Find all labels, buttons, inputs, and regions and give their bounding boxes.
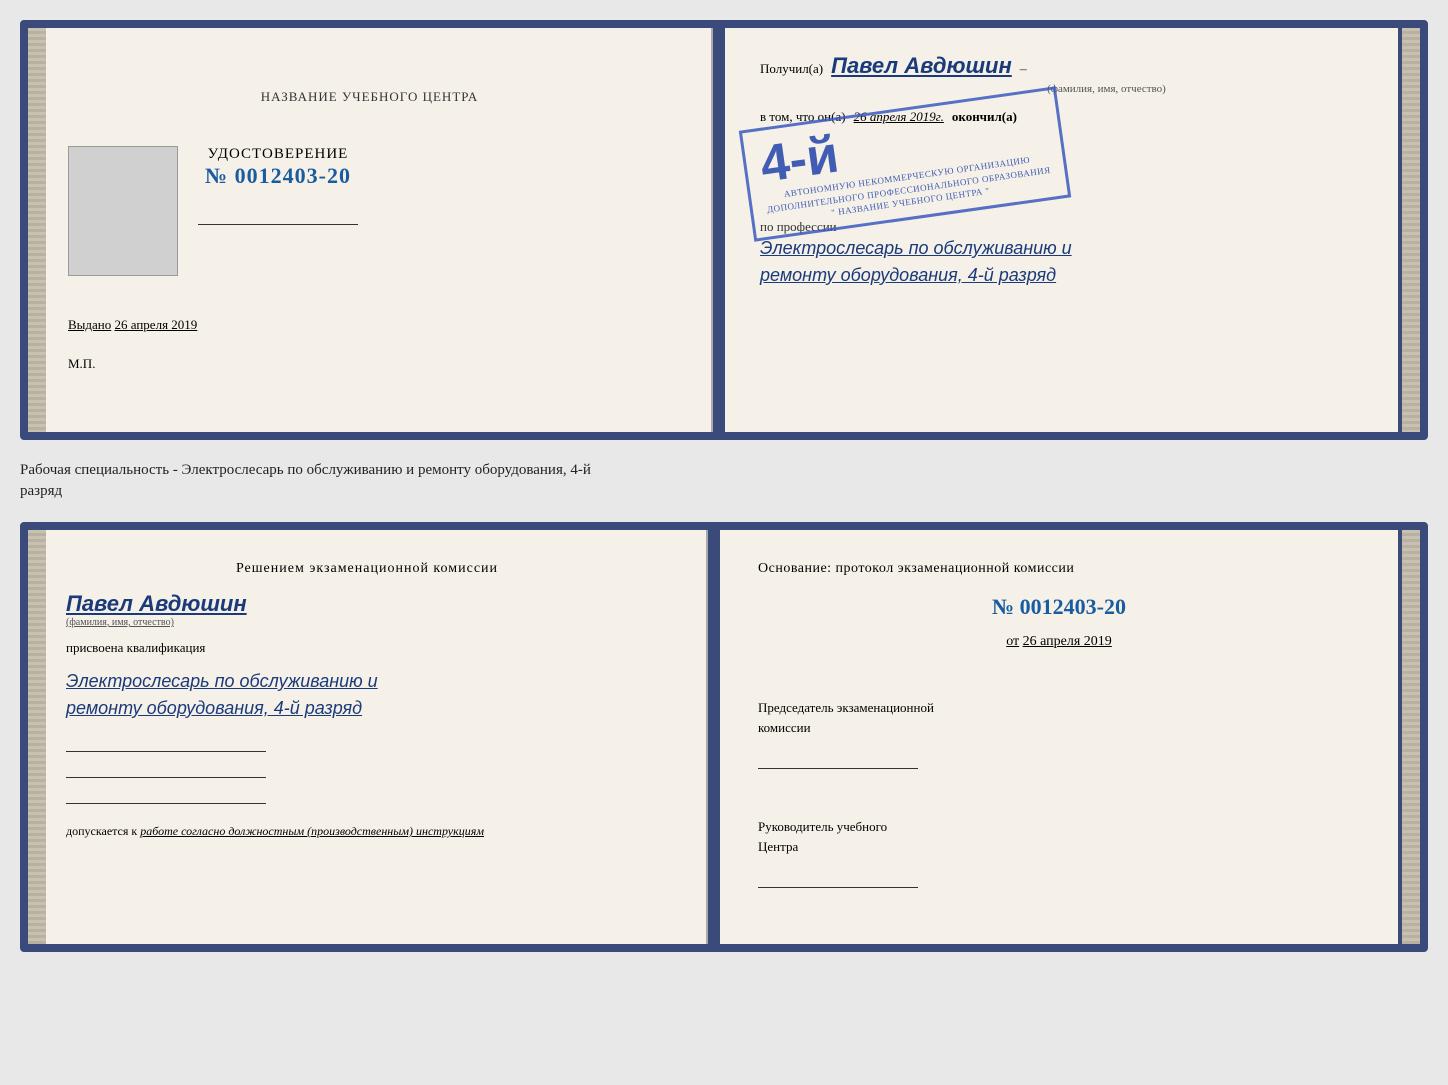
допускается-row: допускается к работе согласно должностны… bbox=[66, 824, 668, 839]
protocol-number: № 0012403-20 bbox=[758, 594, 1360, 620]
bottom-right-page: Основание: протокол экзаменационной коми… bbox=[720, 530, 1398, 944]
director-label: Руководитель учебного Центра bbox=[758, 817, 1360, 856]
recipient-name: Павел Авдюшин bbox=[831, 53, 1012, 79]
profession-line2: ремонту оборудования, 4-й разряд bbox=[760, 262, 1363, 289]
cert-middle-row: УДОСТОВЕРЕНИЕ № 0012403-20 bbox=[68, 146, 671, 276]
resolution-title: Решением экзаменационной комиссии bbox=[66, 558, 668, 579]
ot-date: от 26 апреля 2019 bbox=[758, 634, 1360, 650]
profession-text: Электрослесарь по обслуживанию и ремонту… bbox=[760, 235, 1363, 289]
issued-date-value: 26 апреля 2019 bbox=[115, 317, 198, 332]
qualification-label: присвоена квалификация bbox=[66, 640, 668, 656]
допускается-prefix: допускается к bbox=[66, 824, 137, 838]
spine-bottom bbox=[708, 530, 720, 944]
training-center-title: НАЗВАНИЕ УЧЕБНОГО ЦЕНТРА bbox=[261, 89, 478, 105]
bottom-left-page: Решением экзаменационной комиссии Павел … bbox=[28, 530, 708, 944]
top-left-page: НАЗВАНИЕ УЧЕБНОГО ЦЕНТРА УДОСТОВЕРЕНИЕ №… bbox=[28, 28, 713, 432]
middle-label: Рабочая специальность - Электрослесарь п… bbox=[20, 456, 1428, 506]
osnование-text: Основание: протокол экзаменационной коми… bbox=[758, 558, 1360, 580]
top-document: НАЗВАНИЕ УЧЕБНОГО ЦЕНТРА УДОСТОВЕРЕНИЕ №… bbox=[20, 20, 1428, 440]
issued-label: Выдано bbox=[68, 317, 111, 332]
dash1: – bbox=[1020, 62, 1027, 78]
director-line2: Центра bbox=[758, 837, 1360, 857]
qualification-text: Электрослесарь по обслуживанию и ремонту… bbox=[66, 668, 668, 722]
qual-line1: Электрослесарь по обслуживанию и bbox=[66, 668, 668, 695]
mp-label: М.П. bbox=[68, 356, 95, 372]
signature-lines bbox=[66, 734, 668, 804]
director-sig-line bbox=[758, 870, 918, 888]
director-line1: Руководитель учебного bbox=[758, 817, 1360, 837]
cert-number: № 0012403-20 bbox=[198, 163, 358, 189]
person-sublabel: (фамилия, имя, отчество) bbox=[66, 617, 668, 628]
right-texture-top bbox=[1402, 28, 1420, 432]
middle-label-line2: разряд bbox=[20, 481, 1428, 502]
sig-line-3 bbox=[66, 786, 266, 804]
spine-top bbox=[713, 28, 725, 432]
cert-label: УДОСТОВЕРЕНИЕ bbox=[198, 146, 358, 163]
chairman-sig-line bbox=[758, 751, 918, 769]
sig-line-1 bbox=[66, 734, 266, 752]
document-container: НАЗВАНИЕ УЧЕБНОГО ЦЕНТРА УДОСТОВЕРЕНИЕ №… bbox=[20, 20, 1428, 952]
issued-date: Выдано 26 апреля 2019 bbox=[68, 317, 671, 333]
ot-date-value: 26 апреля 2019 bbox=[1023, 634, 1112, 649]
profession-line1: Электрослесарь по обслуживанию и bbox=[760, 235, 1363, 262]
middle-label-line1: Рабочая специальность - Электрослесарь п… bbox=[20, 460, 1428, 481]
qual-line2: ремонту оборудования, 4-й разряд bbox=[66, 695, 668, 722]
bottom-document: Решением экзаменационной комиссии Павел … bbox=[20, 522, 1428, 952]
допускается-text: работе согласно должностным (производств… bbox=[140, 824, 484, 838]
top-right-page: Получил(а) Павел Авдюшин – (фамилия, имя… bbox=[725, 28, 1398, 432]
chairman-label: Председатель экзаменационной комиссии bbox=[758, 698, 1360, 737]
received-prefix: Получил(а) bbox=[760, 61, 823, 77]
chairman-line1: Председатель экзаменационной bbox=[758, 698, 1360, 718]
chairman-line2: комиссии bbox=[758, 718, 1360, 738]
right-texture-bottom bbox=[1402, 530, 1420, 944]
cert-label-number: УДОСТОВЕРЕНИЕ № 0012403-20 bbox=[198, 146, 358, 225]
recipient-sublabel: (фамилия, имя, отчество) bbox=[850, 83, 1363, 95]
photo-placeholder bbox=[68, 146, 178, 276]
received-row: Получил(а) Павел Авдюшин – (фамилия, имя… bbox=[760, 53, 1363, 95]
left-texture-bottom bbox=[28, 530, 46, 944]
person-name: Павел Авдюшин bbox=[66, 591, 668, 617]
ot-prefix: от bbox=[1006, 634, 1019, 649]
sig-line-2 bbox=[66, 760, 266, 778]
